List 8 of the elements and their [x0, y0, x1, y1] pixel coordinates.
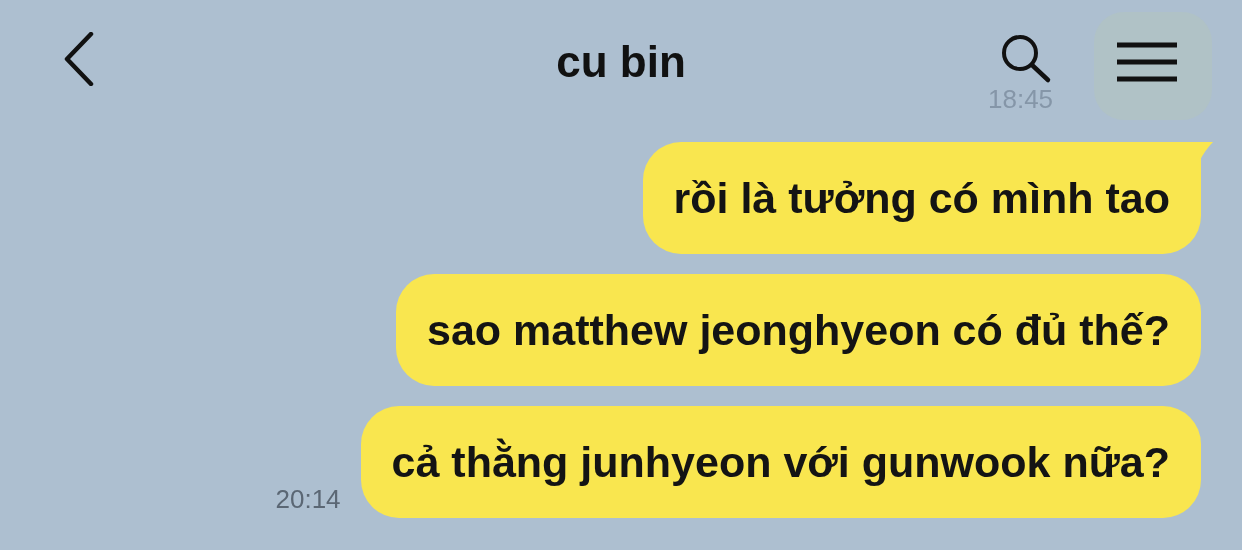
message-bubble: rồi là tưởng có mình tao	[642, 142, 1201, 254]
message-bubble: sao matthew jeonghyeon có đủ thế?	[396, 274, 1201, 386]
message-bubble: cả thằng junhyeon với gunwook nữa?	[360, 406, 1201, 518]
search-button[interactable]	[1000, 34, 1052, 84]
back-button[interactable]	[64, 32, 94, 86]
menu-button[interactable]	[1117, 42, 1177, 82]
chat-title: cu bin	[556, 40, 686, 84]
message-time: 20:14	[275, 486, 341, 516]
